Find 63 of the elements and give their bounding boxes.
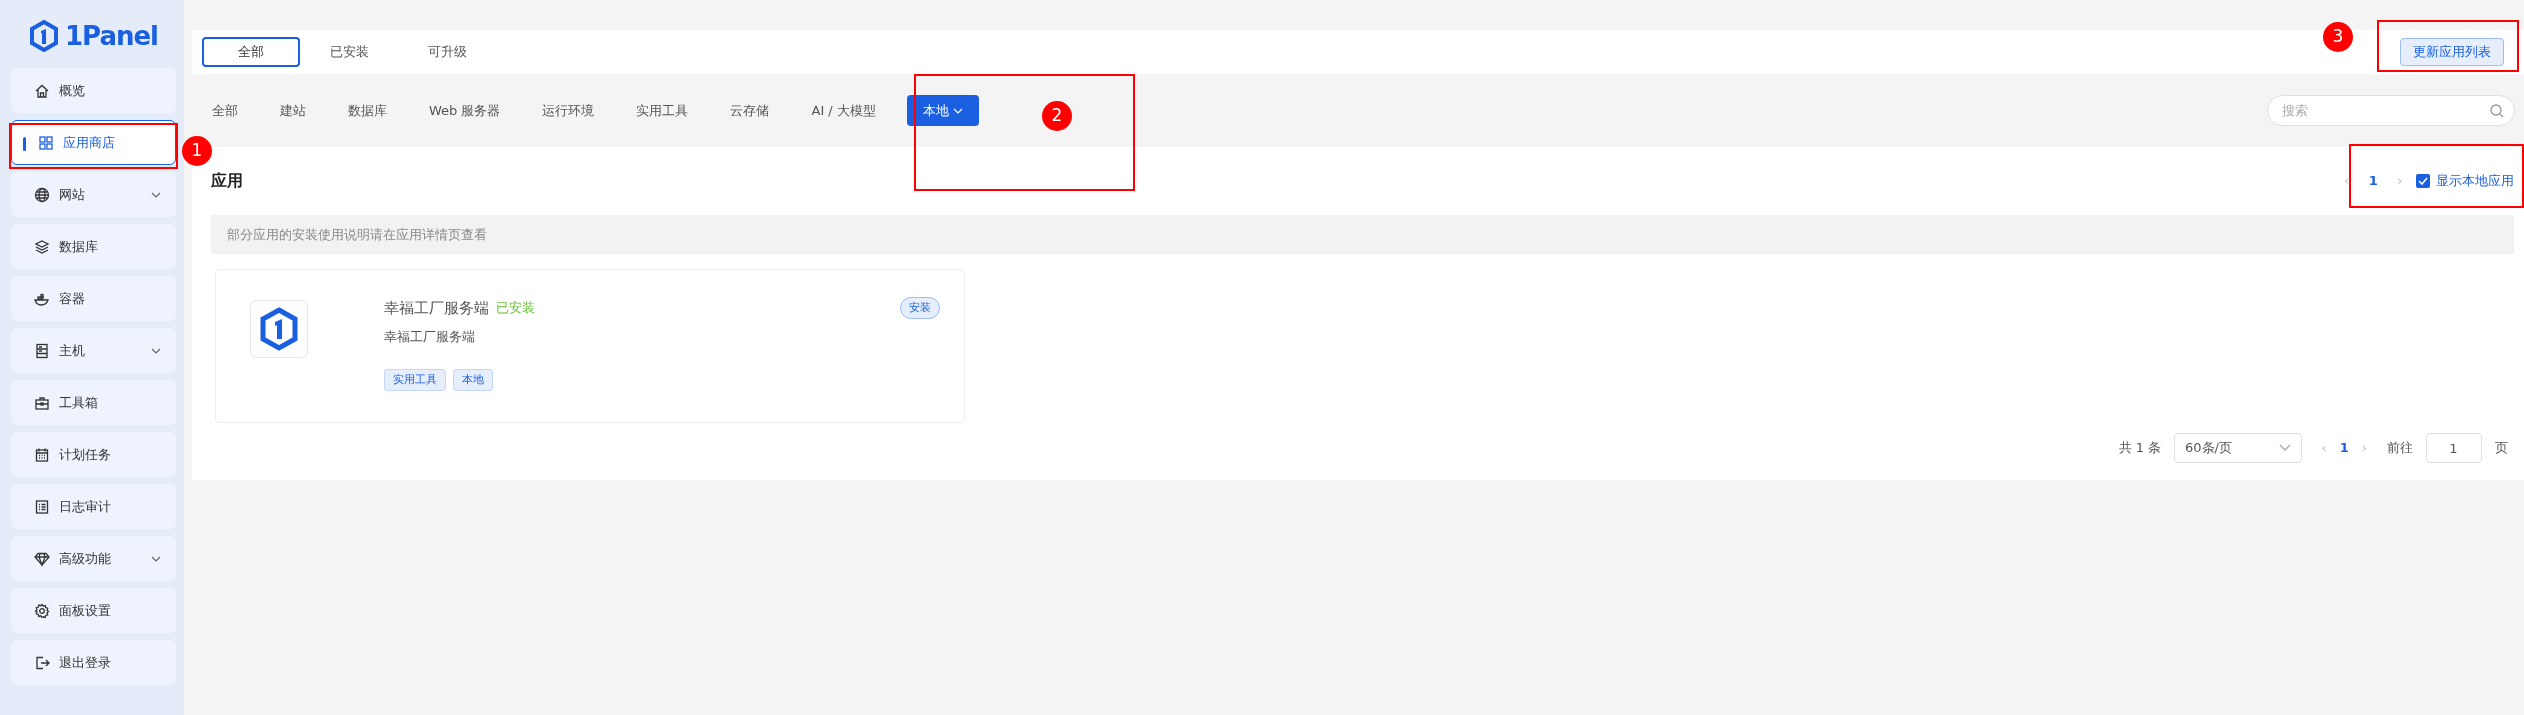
gear-icon bbox=[34, 602, 50, 619]
tag: 本地 bbox=[452, 368, 493, 391]
category-tab[interactable]: 云存储 bbox=[719, 95, 781, 126]
grid-icon bbox=[38, 134, 54, 151]
page-suffix: 页 bbox=[2494, 439, 2508, 458]
category-tab[interactable]: 运行环境 bbox=[531, 95, 606, 126]
tab[interactable]: 全部 bbox=[202, 37, 300, 67]
calendar-icon bbox=[34, 446, 50, 463]
sidebar-item[interactable]: 退出登录 bbox=[11, 640, 176, 685]
category-tab[interactable]: 数据库 bbox=[337, 95, 398, 126]
category-tab[interactable]: AI / 大模型 bbox=[800, 95, 887, 126]
annotation-marker: 1 bbox=[182, 136, 212, 166]
page-size-select[interactable]: 60条/页 bbox=[2174, 433, 2303, 463]
logout-icon bbox=[34, 654, 50, 671]
tab[interactable]: 可升级 bbox=[398, 37, 496, 67]
list-icon bbox=[34, 498, 50, 515]
checkbox[interactable] bbox=[2415, 174, 2430, 188]
tag: 实用工具 bbox=[384, 368, 446, 391]
goto-page-field[interactable]: 1 bbox=[2425, 433, 2482, 463]
notice-bar: 部分应用的安装使用说明请在应用详情页查看 bbox=[211, 215, 2514, 254]
app-description: 幸福工厂服务端 bbox=[384, 328, 476, 346]
goto-label: 前往 bbox=[2386, 439, 2413, 458]
sidebar-item[interactable]: 工具箱 bbox=[11, 380, 176, 425]
sidebar-item[interactable]: 高级功能 bbox=[11, 536, 176, 581]
server-icon bbox=[34, 342, 50, 359]
category-tab[interactable]: Web 服务器 bbox=[418, 95, 512, 126]
tab[interactable]: 已安装 bbox=[300, 37, 398, 67]
status-label: 已安装 bbox=[495, 299, 535, 317]
page-number[interactable]: 1 bbox=[2339, 438, 2349, 458]
logo-text: 1Panel bbox=[64, 19, 159, 53]
sidebar-item[interactable]: 网站 bbox=[11, 172, 176, 217]
category-tab[interactable]: 建站 bbox=[269, 95, 317, 126]
sidebar-item[interactable]: 日志审计 bbox=[11, 484, 176, 529]
app-name: 幸福工厂服务端 bbox=[384, 297, 489, 319]
toolbox-icon bbox=[34, 394, 50, 411]
app-card[interactable]: 幸福工厂服务端 已安装 幸福工厂服务端 实用工具 本地 安装 bbox=[215, 269, 965, 423]
annotation-marker: 2 bbox=[1042, 101, 1072, 131]
sidebar-item[interactable]: 主机 bbox=[11, 328, 176, 373]
page-number[interactable]: 1 bbox=[2368, 171, 2378, 191]
checkbox-label[interactable]: 显示本地应用 bbox=[2436, 171, 2514, 191]
update-app-list-button[interactable]: 更新应用列表 bbox=[2400, 38, 2504, 66]
total-count: 共 1 条 bbox=[2118, 439, 2162, 458]
diamond-icon bbox=[34, 550, 50, 567]
sidebar-item[interactable]: 面板设置 bbox=[11, 588, 176, 633]
search-icon bbox=[2489, 103, 2505, 119]
search-field[interactable]: 搜索 bbox=[2267, 95, 2515, 126]
category-tab[interactable]: 本地 bbox=[906, 95, 979, 126]
sidebar-item[interactable]: 应用商店 bbox=[11, 120, 176, 165]
logo-icon bbox=[28, 20, 59, 52]
install-button[interactable]: 安装 bbox=[900, 296, 940, 319]
section-title: 应用 bbox=[211, 170, 243, 192]
sidebar-item[interactable]: 容器 bbox=[11, 276, 176, 321]
globe-icon bbox=[34, 186, 50, 203]
category-tab[interactable]: 全部 bbox=[201, 95, 249, 126]
home-icon bbox=[34, 82, 50, 99]
sidebar-item[interactable]: 数据库 bbox=[11, 224, 176, 269]
sidebar-item[interactable]: 概览 bbox=[11, 68, 176, 113]
category-tab[interactable]: 实用工具 bbox=[625, 95, 700, 126]
layers-icon bbox=[34, 238, 50, 255]
chevron-down-icon bbox=[2279, 444, 2292, 452]
sidebar-item[interactable]: 计划任务 bbox=[11, 432, 176, 477]
app-logo-icon bbox=[250, 300, 308, 358]
annotation-marker: 3 bbox=[2323, 22, 2353, 52]
